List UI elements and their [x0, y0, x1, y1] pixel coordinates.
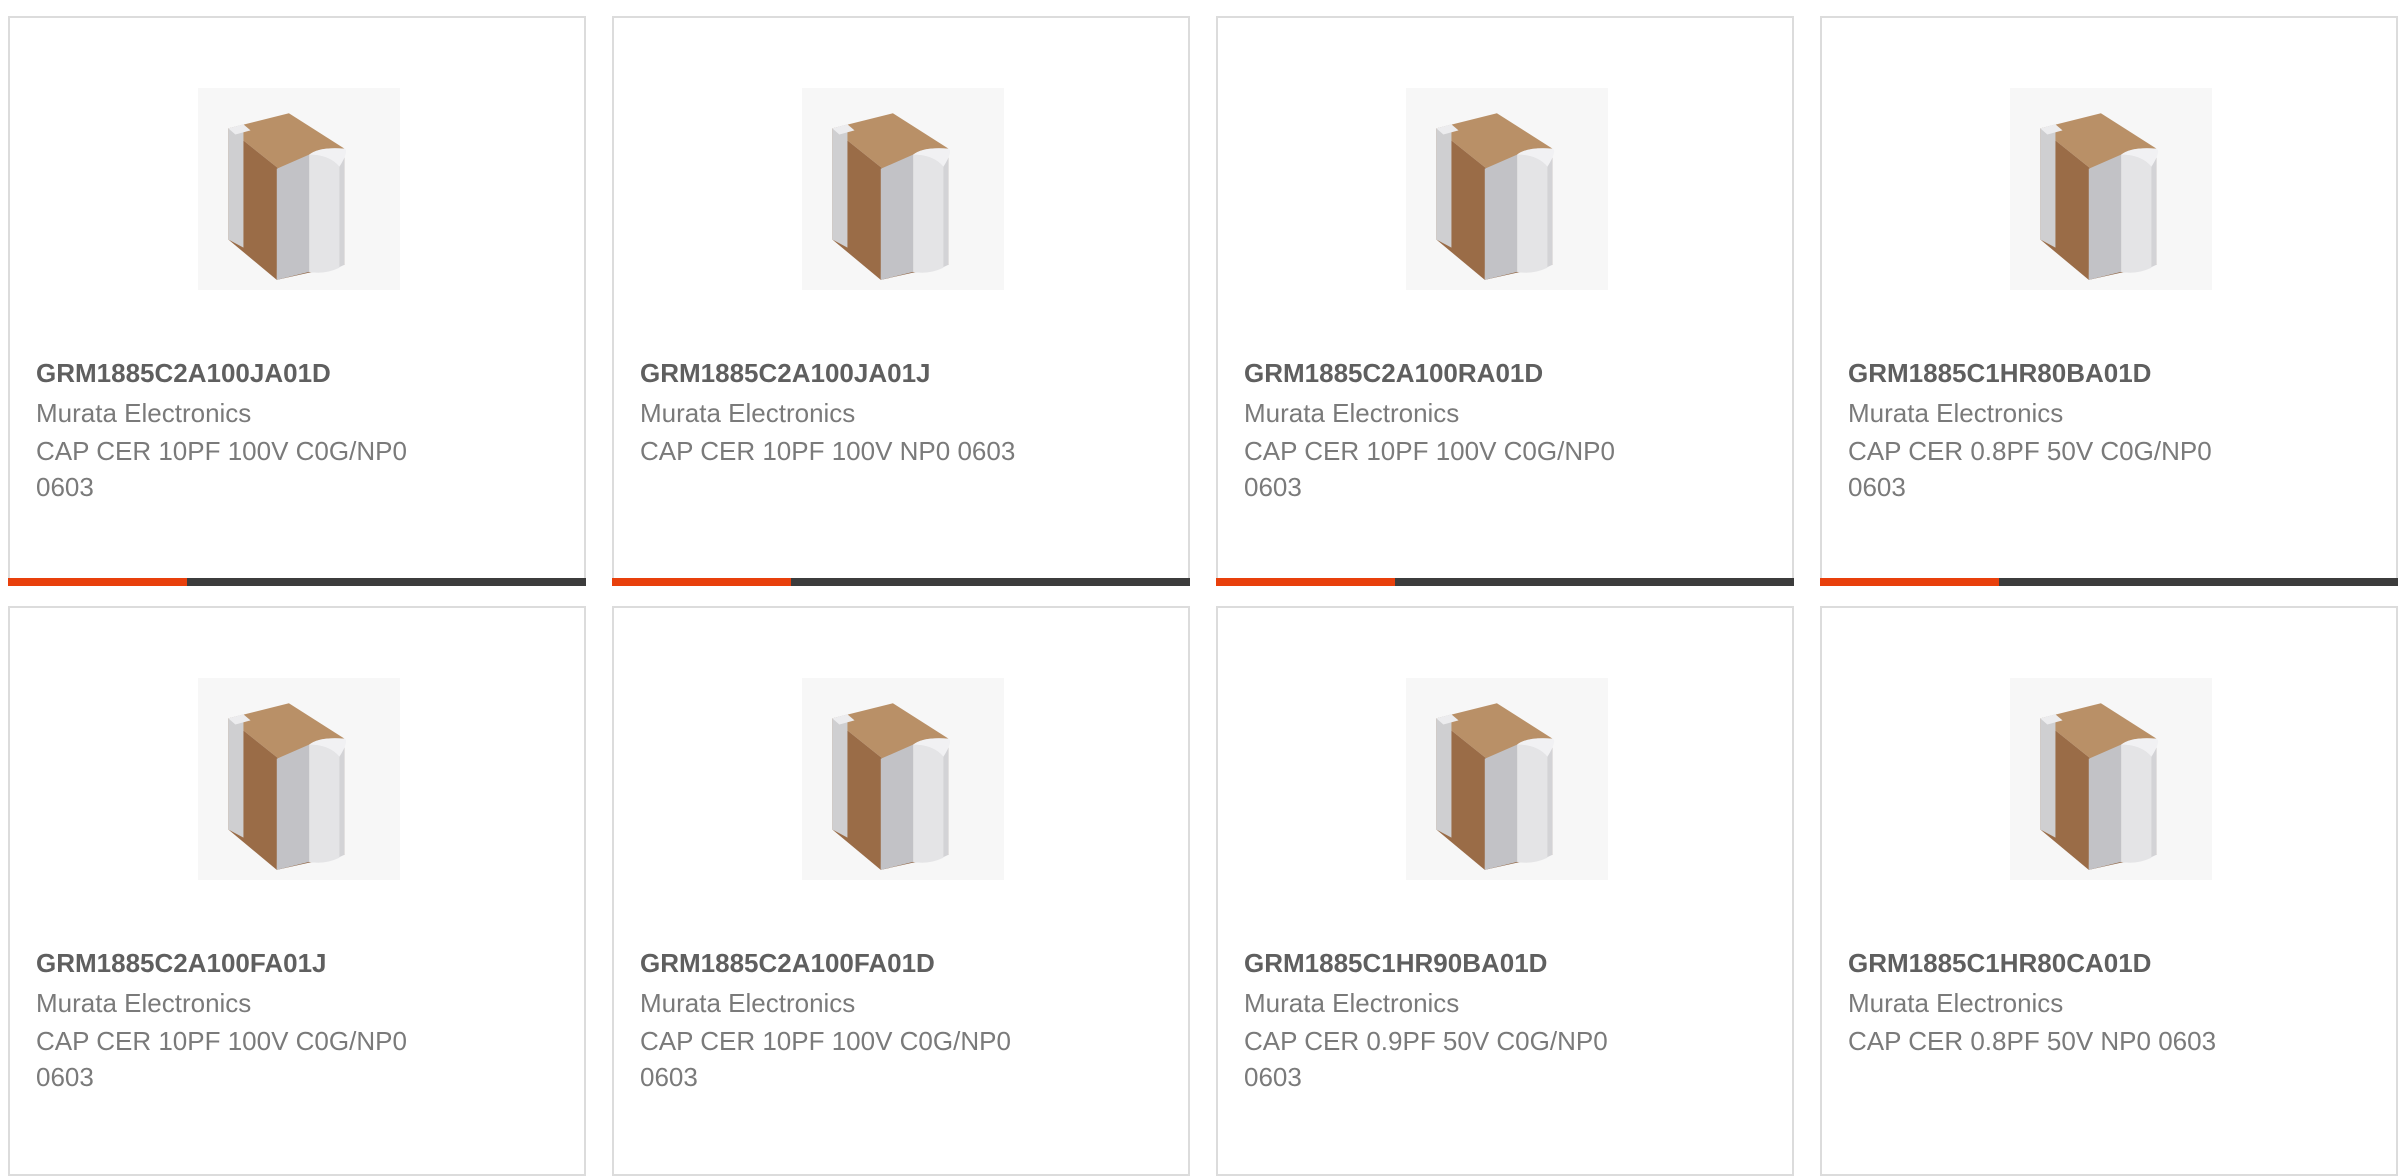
ceramic-capacitor-chip-icon — [2040, 113, 2159, 280]
part-number-link[interactable]: GRM1885C2A100JA01D — [36, 358, 331, 389]
part-number-link[interactable]: GRM1885C1HR90BA01D — [1244, 948, 1547, 979]
product-card[interactable]: GRM1885C2A100JA01J Murata Electronics CA… — [612, 16, 1190, 586]
manufacturer-name: Murata Electronics — [1244, 988, 1460, 1018]
manufacturer-name: Murata Electronics — [1848, 398, 2064, 428]
product-card[interactable]: GRM1885C2A100JA01D Murata Electronics CA… — [8, 16, 586, 586]
product-image[interactable] — [198, 88, 400, 290]
ceramic-capacitor-chip-icon — [2040, 703, 2159, 870]
product-description: CAP CER 0.9PF 50V C0G/NP0 0603 — [1244, 1026, 1608, 1092]
product-card[interactable]: GRM1885C1HR80CA01D Murata Electronics CA… — [1820, 606, 2398, 1176]
product-card[interactable]: GRM1885C2A100FA01D Murata Electronics CA… — [612, 606, 1190, 1176]
progress-fill — [1820, 578, 2000, 586]
product-description: CAP CER 10PF 100V C0G/NP0 0603 — [1244, 436, 1615, 502]
ceramic-capacitor-chip-icon — [1436, 113, 1555, 280]
product-description: CAP CER 10PF 100V NP0 0603 — [640, 436, 1016, 466]
product-image[interactable] — [2010, 88, 2212, 290]
manufacturer-name: Murata Electronics — [1848, 988, 2064, 1018]
part-number-link[interactable]: GRM1885C2A100FA01D — [640, 948, 935, 979]
ceramic-capacitor-chip-icon — [228, 703, 347, 870]
card-progress-bar — [612, 578, 1190, 586]
manufacturer-name: Murata Electronics — [1244, 398, 1460, 428]
product-image[interactable] — [1406, 678, 1608, 880]
progress-fill — [612, 578, 792, 586]
product-description: CAP CER 0.8PF 50V NP0 0603 — [1848, 1026, 2217, 1056]
manufacturer-name: Murata Electronics — [36, 988, 252, 1018]
product-card[interactable]: GRM1885C2A100RA01D Murata Electronics CA… — [1216, 16, 1794, 586]
card-progress-bar — [8, 578, 586, 586]
ceramic-capacitor-chip-icon — [832, 113, 951, 280]
product-image[interactable] — [2010, 678, 2212, 880]
product-image[interactable] — [1406, 88, 1608, 290]
card-progress-bar — [1820, 578, 2398, 586]
product-description: CAP CER 0.8PF 50V C0G/NP0 0603 — [1848, 436, 2212, 502]
card-progress-bar — [1216, 578, 1794, 586]
manufacturer-name: Murata Electronics — [640, 988, 856, 1018]
part-number-link[interactable]: GRM1885C1HR80BA01D — [1848, 358, 2151, 389]
part-number-link[interactable]: GRM1885C2A100RA01D — [1244, 358, 1543, 389]
product-description: CAP CER 10PF 100V C0G/NP0 0603 — [36, 1026, 407, 1092]
product-card[interactable]: GRM1885C2A100FA01J Murata Electronics CA… — [8, 606, 586, 1176]
product-image[interactable] — [802, 88, 1004, 290]
product-grid: GRM1885C2A100JA01D Murata Electronics CA… — [8, 16, 2400, 1176]
product-card[interactable]: GRM1885C1HR80BA01D Murata Electronics CA… — [1820, 16, 2398, 586]
product-card[interactable]: GRM1885C1HR90BA01D Murata Electronics CA… — [1216, 606, 1794, 1176]
ceramic-capacitor-chip-icon — [832, 703, 951, 870]
product-description: CAP CER 10PF 100V C0G/NP0 0603 — [36, 436, 407, 502]
part-number-link[interactable]: GRM1885C1HR80CA01D — [1848, 948, 2151, 979]
product-description: CAP CER 10PF 100V C0G/NP0 0603 — [640, 1026, 1011, 1092]
product-image[interactable] — [198, 678, 400, 880]
ceramic-capacitor-chip-icon — [1436, 703, 1555, 870]
part-number-link[interactable]: GRM1885C2A100JA01J — [640, 358, 931, 389]
progress-fill — [8, 578, 188, 586]
ceramic-capacitor-chip-icon — [228, 113, 347, 280]
progress-fill — [1216, 578, 1396, 586]
manufacturer-name: Murata Electronics — [36, 398, 252, 428]
product-image[interactable] — [802, 678, 1004, 880]
part-number-link[interactable]: GRM1885C2A100FA01J — [36, 948, 327, 979]
manufacturer-name: Murata Electronics — [640, 398, 856, 428]
